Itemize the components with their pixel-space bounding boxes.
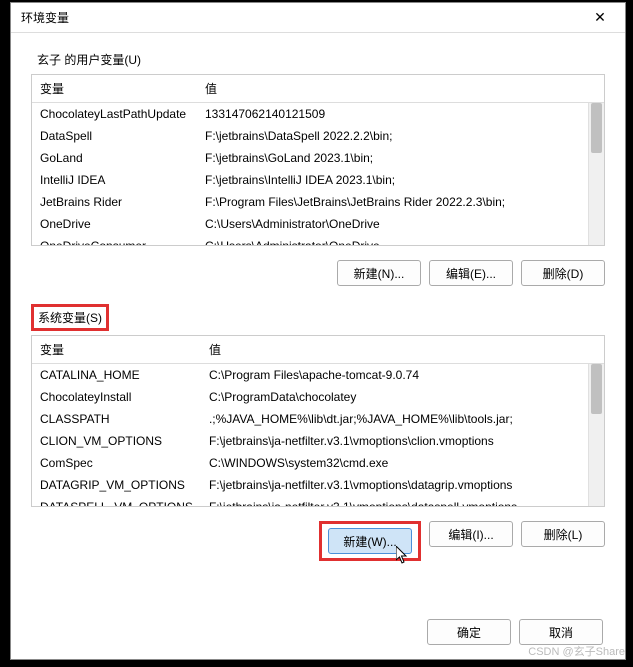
col-variable[interactable]: 变量 xyxy=(32,75,197,103)
scrollbar[interactable] xyxy=(588,364,604,506)
sys-vars-table[interactable]: 变量 值 CATALINA_HOMEC:\Program Files\apach… xyxy=(31,335,605,507)
sys-new-highlight: 新建(W)... xyxy=(319,521,421,561)
col-variable[interactable]: 变量 xyxy=(32,336,201,364)
table-row[interactable]: OneDriveConsumerC:\Users\Administrator\O… xyxy=(32,235,604,246)
window-title: 环境变量 xyxy=(21,9,585,26)
table-row[interactable]: OneDriveC:\Users\Administrator\OneDrive xyxy=(32,213,604,235)
user-buttons: 新建(N)... 编辑(E)... 删除(D) xyxy=(31,246,605,304)
table-row[interactable]: ComSpecC:\WINDOWS\system32\cmd.exe xyxy=(32,452,604,474)
col-value[interactable]: 值 xyxy=(201,336,604,364)
user-new-button[interactable]: 新建(N)... xyxy=(337,260,421,286)
table-row[interactable]: IntelliJ IDEAF:\jetbrains\IntelliJ IDEA … xyxy=(32,169,604,191)
sys-delete-button[interactable]: 删除(L) xyxy=(521,521,605,547)
table-row[interactable]: JetBrains RiderF:\Program Files\JetBrain… xyxy=(32,191,604,213)
user-edit-button[interactable]: 编辑(E)... xyxy=(429,260,513,286)
sys-buttons: 新建(W)... 编辑(I)... 删除(L) xyxy=(31,507,605,579)
env-vars-dialog: 环境变量 ✕ 玄子 的用户变量(U) 变量 值 ChocolateyLastPa… xyxy=(10,2,626,660)
user-delete-button[interactable]: 删除(D) xyxy=(521,260,605,286)
ok-button[interactable]: 确定 xyxy=(427,619,511,645)
scroll-thumb[interactable] xyxy=(591,103,602,153)
table-row[interactable]: CLION_VM_OPTIONSF:\jetbrains\ja-netfilte… xyxy=(32,430,604,452)
cancel-button[interactable]: 取消 xyxy=(519,619,603,645)
scrollbar[interactable] xyxy=(588,103,604,245)
sys-new-button[interactable]: 新建(W)... xyxy=(328,528,412,554)
table-row[interactable]: GoLandF:\jetbrains\GoLand 2023.1\bin; xyxy=(32,147,604,169)
close-icon[interactable]: ✕ xyxy=(585,8,615,28)
titlebar: 环境变量 ✕ xyxy=(11,3,625,33)
table-row[interactable]: DATASPELL_VM_OPTIONSF:\jetbrains\ja-netf… xyxy=(32,496,604,507)
user-vars-label: 玄子 的用户变量(U) xyxy=(31,43,605,74)
table-row[interactable]: DataSpellF:\jetbrains\DataSpell 2022.2.2… xyxy=(32,125,604,147)
table-row[interactable]: CATALINA_HOMEC:\Program Files\apache-tom… xyxy=(32,364,604,387)
sys-edit-button[interactable]: 编辑(I)... xyxy=(429,521,513,547)
watermark: CSDN @玄子Share xyxy=(528,643,625,659)
scroll-thumb[interactable] xyxy=(591,364,602,414)
dialog-content: 玄子 的用户变量(U) 变量 值 ChocolateyLastPathUpdat… xyxy=(11,33,625,607)
sys-vars-label: 系统变量(S) xyxy=(38,311,102,325)
table-row[interactable]: ChocolateyInstallC:\ProgramData\chocolat… xyxy=(32,386,604,408)
sys-vars-label-highlight: 系统变量(S) xyxy=(31,304,109,331)
table-row[interactable]: DATAGRIP_VM_OPTIONSF:\jetbrains\ja-netfi… xyxy=(32,474,604,496)
table-row[interactable]: CLASSPATH.;%JAVA_HOME%\lib\dt.jar;%JAVA_… xyxy=(32,408,604,430)
user-vars-table[interactable]: 变量 值 ChocolateyLastPathUpdate13314706214… xyxy=(31,74,605,246)
col-value[interactable]: 值 xyxy=(197,75,604,103)
table-row[interactable]: ChocolateyLastPathUpdate1331470621401215… xyxy=(32,103,604,126)
